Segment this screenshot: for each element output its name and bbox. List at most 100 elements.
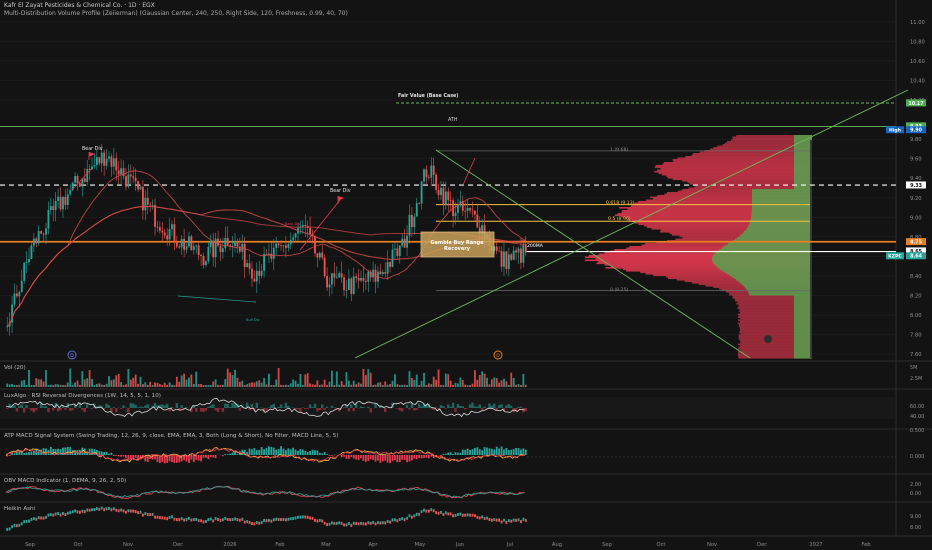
volume-profile-bar-buy [794, 328, 812, 331]
volume-bar [394, 374, 396, 387]
volume-bar [452, 384, 455, 387]
candle-body [471, 210, 474, 212]
heikin-ashi-candle [483, 517, 486, 521]
volume-bar [408, 371, 411, 387]
macd-histogram-bar [505, 447, 508, 455]
rsi-divergence-fill [71, 408, 74, 411]
volume-bar [498, 382, 501, 387]
rsi-divergence-fill [81, 408, 84, 410]
candle-body [328, 284, 331, 288]
volume-bar [8, 384, 11, 387]
macd-histogram-bar [447, 452, 450, 455]
volume-profile-bar-buy [794, 315, 812, 317]
macd-histogram-bar [350, 455, 353, 458]
volume-bar [156, 382, 159, 387]
macd-histogram-bar [381, 455, 384, 462]
candle-body [180, 238, 183, 248]
volume-profile-bar-buy [794, 156, 812, 158]
candle-body [304, 224, 307, 226]
volume-bar [125, 384, 127, 387]
rsi-divergence-fill [505, 405, 508, 408]
volume-bar [18, 384, 21, 387]
pane-axis-label: 2.5M [910, 376, 922, 382]
rsi-divergence-fill [473, 406, 477, 408]
price-chart[interactable]: Fair Value (Base Case) ATH Bear Div Bear Di… [0, 0, 932, 550]
volume-profile-bar-buy [794, 174, 812, 176]
volume-bar [314, 384, 316, 387]
heikin-ashi-candle [83, 510, 86, 514]
volume-profile-bar-buy [751, 213, 812, 215]
macd-histogram-bar [394, 455, 396, 460]
rsi-divergence-fill [333, 407, 336, 408]
candle-body [217, 238, 219, 246]
candle-body [420, 181, 423, 204]
heikin-ashi-candle [282, 517, 285, 521]
volume-bar [476, 379, 479, 387]
macd-histogram-bar [297, 450, 299, 455]
volume-bar [483, 373, 486, 387]
price-tick-label: 11.00 [910, 20, 925, 26]
heikin-ashi-candle [347, 522, 350, 526]
pane-label-vol[interactable]: Vol (20) [4, 365, 26, 371]
candle-body [350, 278, 353, 294]
candle-body [93, 165, 96, 167]
rsi-divergence-fill [134, 404, 137, 408]
macd-histogram-bar [362, 455, 365, 461]
heikin-ashi-candle [258, 521, 261, 525]
volume-profile-bar-buy [715, 252, 812, 254]
volume-bar [137, 383, 139, 387]
volume-profile-bar [654, 166, 812, 169]
heikin-ashi-candle [503, 518, 505, 522]
candle-body [381, 272, 384, 275]
pane-label-heikin-ashi[interactable]: Heikin Ashi [4, 506, 35, 512]
volume-bar [486, 377, 488, 387]
pane-label-obv[interactable]: OBV MACD Indicator (1, DEMA, 9, 26, 2, 5… [4, 478, 126, 484]
rsi-divergence-fill [384, 408, 387, 413]
rsi-divergence-fill [146, 404, 149, 408]
rsi-divergence-fill [323, 408, 326, 410]
volume-bar [331, 370, 333, 387]
volume-bar [183, 373, 186, 387]
rsi-divergence-fill [219, 408, 222, 409]
volume-bar [52, 384, 55, 387]
heikin-ashi-candle [241, 517, 244, 521]
heikin-ashi-candle [427, 509, 430, 513]
heikin-ashi-candle [238, 518, 241, 522]
rsi-divergence-fill [313, 403, 317, 408]
volume-bar [301, 384, 304, 387]
volume-profile-bar-buy [794, 301, 812, 304]
candle-body [144, 197, 147, 211]
volume-profile-bar-buy [741, 283, 812, 286]
rsi-divergence-fill [161, 404, 164, 408]
pane-label-macd[interactable]: ATP MACD Signal System (Swing Trading, 1… [4, 433, 339, 439]
volume-bar [350, 384, 353, 387]
volume-bar [360, 383, 362, 387]
heikin-ashi-candle [202, 520, 205, 524]
volume-bar [396, 384, 399, 387]
heikin-ashi-candle [517, 518, 520, 522]
time-axis-label: Dec [173, 542, 183, 548]
price-tick-label: 10.60 [910, 59, 925, 65]
volume-bar [500, 380, 503, 387]
macd-histogram-bar [156, 455, 159, 463]
volume-bar [413, 379, 416, 387]
volume-bar [185, 379, 188, 387]
macd-histogram-bar [425, 455, 428, 458]
pane-label-rsi[interactable]: LuxAlgo · RSI Reversal Divergences (1W, … [4, 393, 161, 399]
rsi-divergence-fill [459, 405, 462, 408]
candle-body [364, 280, 367, 282]
volume-bar [398, 384, 401, 387]
volume-profile-bar-buy [751, 192, 812, 194]
macd-histogram-bar [410, 455, 413, 461]
macd-histogram-bar [430, 455, 433, 457]
heikin-ashi-candle [505, 520, 508, 524]
candle-body [522, 244, 525, 263]
price-tag-label: 8.75 [910, 240, 922, 246]
volume-profile-bar-buy [744, 231, 812, 233]
volume-profile-bar-buy [794, 352, 812, 355]
volume-bar [13, 384, 16, 387]
price-tick-label: 9.40 [910, 176, 922, 182]
heikin-ashi-candle [209, 517, 212, 521]
heikin-ashi-candle [309, 516, 312, 520]
event-marker-2-label: D [496, 353, 500, 359]
